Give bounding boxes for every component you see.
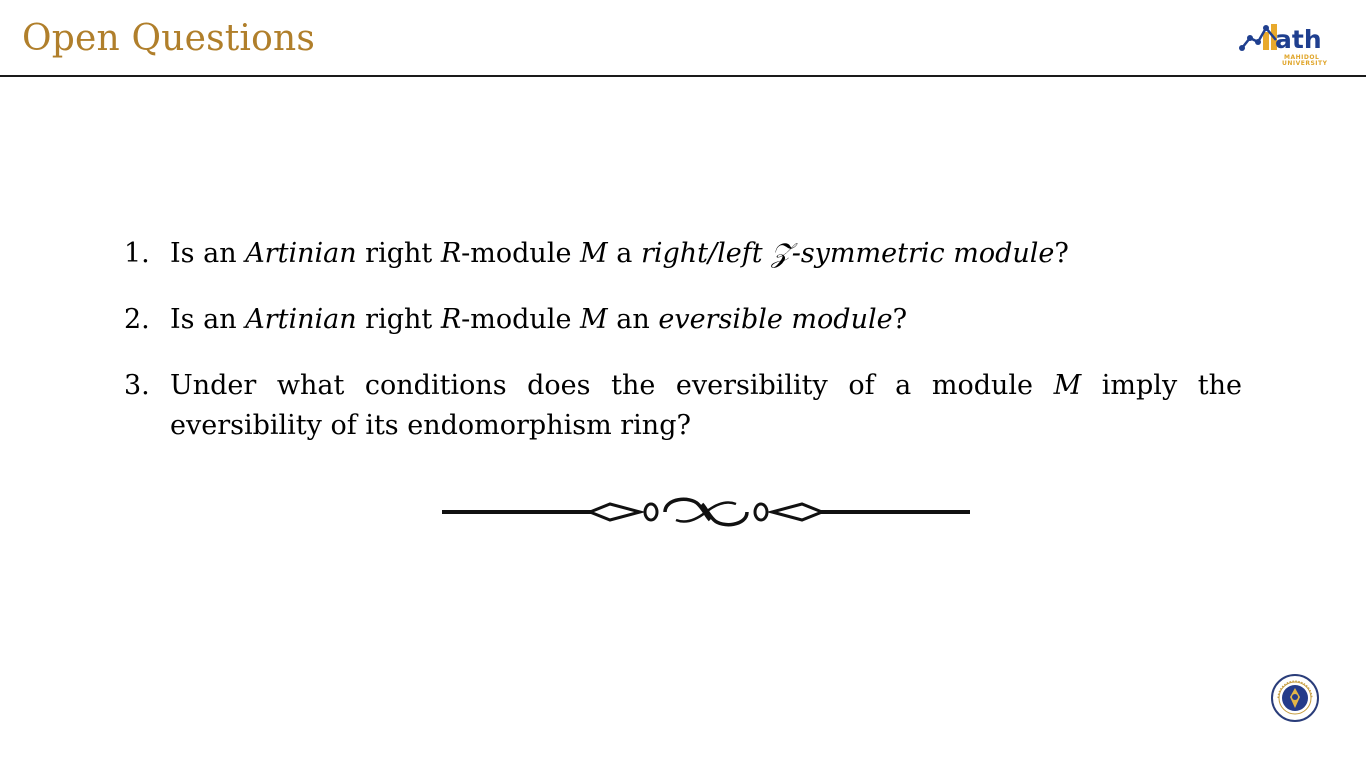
q-symbol-r: R (440, 304, 462, 335)
slide-title: Open Questions (22, 18, 316, 59)
university-seal-icon (1271, 674, 1319, 722)
q-symbol-m: M (580, 304, 608, 335)
q-text: a (607, 238, 641, 269)
header-divider (0, 75, 1366, 77)
question-number: 3. (124, 370, 150, 401)
q-text: -module (461, 238, 581, 269)
slide-header: Open Questions ath MAHIDOL UNIVERSITY (0, 0, 1366, 77)
flourish-divider-icon (442, 497, 970, 527)
logo-subtitle-2: UNIVERSITY (1282, 60, 1328, 67)
q-text: right (356, 238, 441, 269)
question-number: 2. (124, 304, 150, 335)
question-item-2: 2. Is an Artinian right R-module M an ev… (124, 300, 1242, 340)
q-text: an (607, 304, 659, 335)
q-term-artinian: Artinian (245, 304, 357, 335)
q-symbol-m: M (1053, 370, 1082, 401)
q-text: ? (892, 304, 908, 335)
logo-word: ath (1275, 25, 1322, 54)
math-logo: ath MAHIDOL UNIVERSITY (1236, 18, 1328, 70)
q-text: Is an (170, 238, 246, 269)
q-symbol-r: R (440, 238, 462, 269)
question-list: 1. Is an Artinian right R-module M a rig… (124, 234, 1242, 472)
q-text: ? (1054, 238, 1069, 269)
q-text: -module (461, 304, 581, 335)
question-item-3: 3. Under what conditions does the eversi… (124, 366, 1242, 446)
q-term-eversible-module: eversible module (658, 304, 893, 335)
question-number: 1. (124, 238, 150, 269)
q-text: Under what conditions does the eversibil… (170, 370, 1054, 401)
q-symbol-m: M (580, 238, 608, 269)
q-term-artinian: Artinian (245, 238, 357, 269)
q-term-symmetric-module: right/left 𝒵-symmetric module (640, 238, 1055, 269)
q-text: right (356, 304, 441, 335)
question-item-1: 1. Is an Artinian right R-module M a rig… (124, 234, 1242, 274)
q-text: Is an (170, 304, 246, 335)
